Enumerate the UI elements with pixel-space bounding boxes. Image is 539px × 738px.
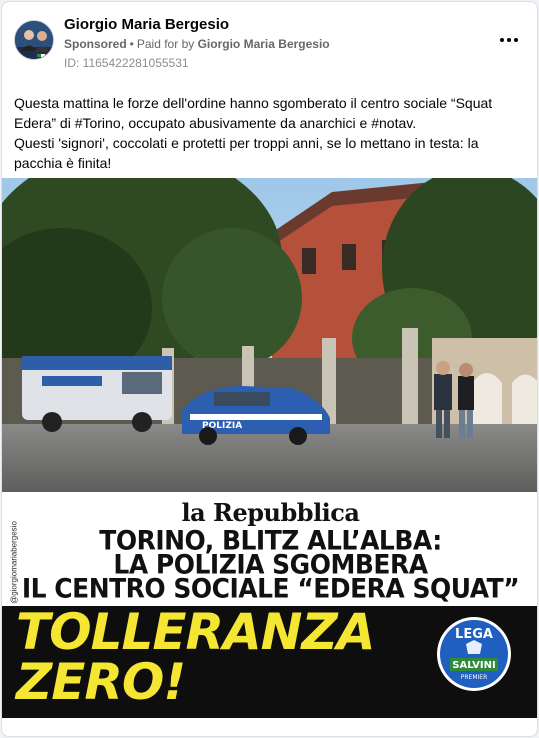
body-line: Questi 'signori', coccolati e protetti p… <box>14 135 479 171</box>
sponsored-label: Sponsored <box>64 37 127 51</box>
newspaper-headline-band: la Repubblica TORINO, BLITZ ALL’ALBA: LA… <box>2 492 537 606</box>
more-dot <box>507 38 511 42</box>
more-dot <box>514 38 518 42</box>
post-body-text: Questa mattina le forze dell'ordine hann… <box>14 93 524 173</box>
lega-salvini-logo: LEGA SALVINI PREMIER <box>437 617 511 691</box>
logo-middle-text: SALVINI <box>452 660 496 671</box>
payer-name[interactable]: Giorgio Maria Bergesio <box>198 37 330 51</box>
ad-post-card: Giorgio Maria Bergesio Sponsored • Paid fo… <box>1 1 538 737</box>
slogan-band: TOLLERANZA ZERO! LEGA SALVINI PREMIER <box>2 603 537 718</box>
avatar-image <box>15 21 53 59</box>
slogan-line: ZERO! <box>16 653 186 711</box>
author-name[interactable]: Giorgio Maria Bergesio <box>64 16 229 33</box>
logo-bottom-text: PREMIER <box>461 674 487 681</box>
sponsored-line: Sponsored • Paid for by Giorgio Maria Berg… <box>64 37 330 51</box>
ad-id: ID: 1165422281055531 <box>64 56 189 70</box>
separator-dot: • <box>129 37 134 51</box>
police-eviction-photo: POLIZIA <box>2 178 537 492</box>
more-dot <box>500 38 504 42</box>
post-header: Giorgio Maria Bergesio Sponsored • Paid fo… <box>2 2 537 82</box>
more-horizontal-icon[interactable] <box>495 30 523 50</box>
newspaper-name: la Repubblica <box>181 498 360 527</box>
slogan-line: TOLLERANZA <box>16 603 375 661</box>
profile-avatar-icon[interactable] <box>14 20 54 60</box>
headline-line: IL CENTRO SOCIALE “EDERA SQUAT” <box>21 572 520 605</box>
body-line: Questa mattina le forze dell'ordine hann… <box>14 95 493 131</box>
logo-top-text: LEGA <box>455 627 493 642</box>
ad-image[interactable]: POLIZIA la Repubblica TORINO, BLITZ ALL’… <box>2 178 537 718</box>
paid-for-label: Paid for by <box>136 37 195 51</box>
